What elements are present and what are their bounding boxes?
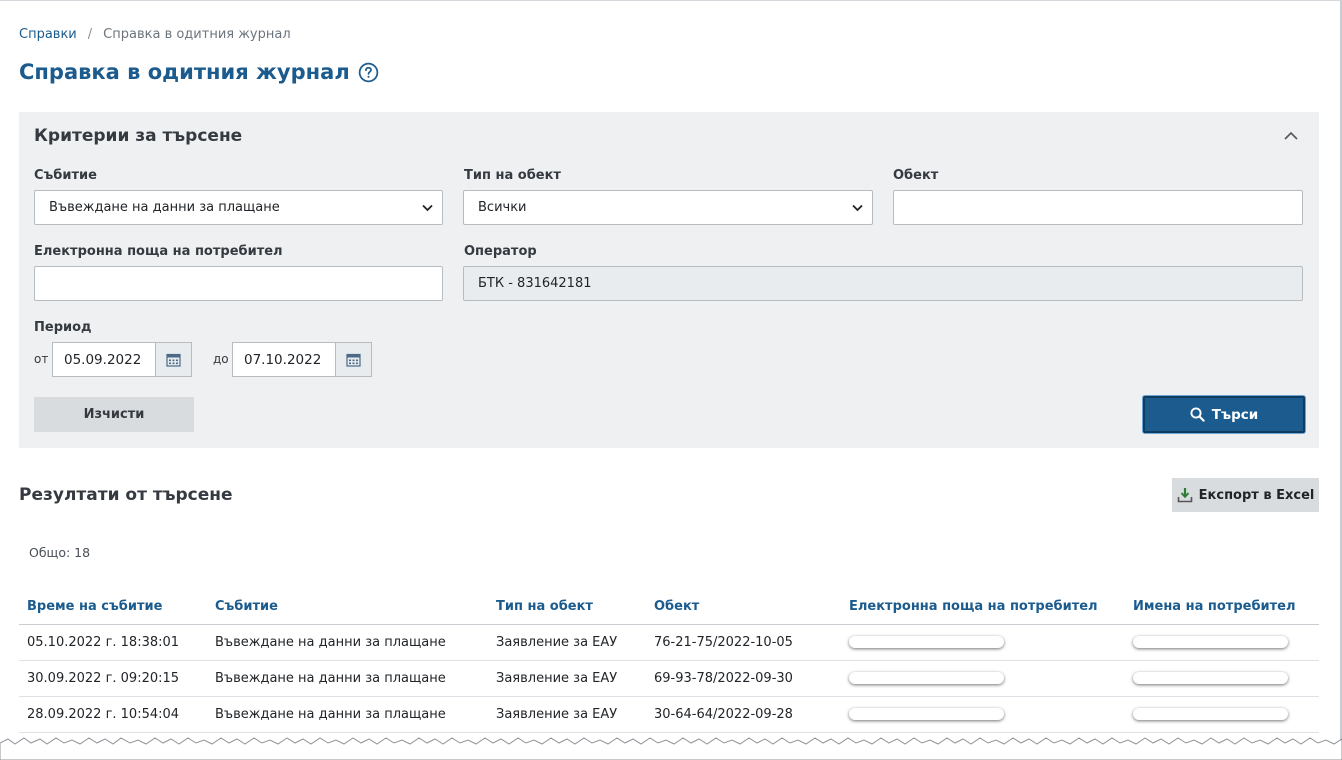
chevron-down-icon: [422, 204, 433, 212]
breadcrumb: Справки / Справка в одитния журнал: [19, 27, 291, 42]
cell-email: [841, 624, 1125, 661]
event-select-value: Въвеждане на данни за плащане: [49, 200, 280, 215]
date-to-picker: 07.10.2022: [232, 342, 372, 377]
period-label: Период: [34, 320, 92, 335]
export-excel-button[interactable]: Експорт в Excel: [1172, 478, 1319, 512]
column-header-object-type[interactable]: Тип на обект: [488, 589, 646, 625]
cell-email: [841, 660, 1125, 697]
operator-field: БТК - 831642181: [463, 266, 1303, 301]
object-label: Обект: [893, 168, 939, 183]
cell-time: 05.10.2022 г. 18:38:01: [19, 624, 207, 661]
search-criteria-panel: Критерии за търсене Събитие Въвеждане на…: [19, 112, 1319, 448]
cell-object: 69-93-78/2022-09-30: [646, 660, 841, 697]
column-header-object[interactable]: Обект: [646, 589, 841, 625]
breadcrumb-current: Справка в одитния журнал: [103, 27, 291, 42]
chevron-down-icon: [852, 204, 863, 212]
export-button-label: Експорт в Excel: [1198, 487, 1315, 503]
redaction-mark: [1133, 636, 1288, 648]
table-row[interactable]: 28.09.2022 г. 10:54:04 Въвеждане на данн…: [19, 696, 1319, 733]
date-from-input[interactable]: 05.09.2022: [52, 342, 155, 377]
cell-object-type: Заявление за ЕАУ: [488, 696, 646, 733]
date-to-calendar-button[interactable]: [335, 342, 372, 377]
redaction-mark: [849, 708, 1004, 720]
question-circle-icon[interactable]: [358, 62, 379, 83]
cell-email: [841, 696, 1125, 733]
email-label: Електронна поща на потребител: [34, 244, 283, 259]
calendar-icon: [166, 353, 181, 367]
operator-label: Оператор: [464, 244, 537, 259]
redaction-mark: [1133, 708, 1288, 720]
cell-object: 30-64-64/2022-09-28: [646, 696, 841, 733]
download-icon: [1177, 488, 1192, 503]
page-title-text: Справка в одитния журнал: [19, 60, 350, 84]
date-to-input[interactable]: 07.10.2022: [232, 342, 335, 377]
event-select[interactable]: Въвеждане на данни за плащане: [34, 190, 443, 225]
table-header-row: Време на събитие Събитие Тип на обект Об…: [19, 589, 1319, 625]
cell-user-names: [1125, 660, 1319, 697]
period-from-label: от: [34, 352, 49, 366]
date-from-calendar-button[interactable]: [155, 342, 192, 377]
results-title: Резултати от търсене: [19, 485, 233, 505]
object-input[interactable]: [893, 190, 1303, 225]
breadcrumb-separator: /: [87, 27, 93, 42]
torn-edge-decoration: [0, 737, 1342, 760]
date-from-picker: 05.09.2022: [52, 342, 192, 377]
cell-event: Въвеждане на данни за плащане: [207, 696, 488, 733]
search-icon: [1190, 407, 1205, 422]
object-type-select-value: Всички: [478, 200, 527, 215]
cell-user-names: [1125, 696, 1319, 733]
redaction-mark: [849, 636, 1004, 648]
results-table: Време на събитие Събитие Тип на обект Об…: [19, 589, 1319, 733]
column-header-user-names[interactable]: Имена на потребител: [1125, 589, 1319, 625]
clear-button[interactable]: Изчисти: [34, 397, 194, 432]
email-input[interactable]: [34, 266, 443, 301]
cell-time: 30.09.2022 г. 09:20:15: [19, 660, 207, 697]
page-title: Справка в одитния журнал: [19, 60, 379, 84]
period-to-label: до: [213, 352, 229, 366]
table-row[interactable]: 05.10.2022 г. 18:38:01 Въвеждане на данн…: [19, 624, 1319, 661]
redaction-mark: [849, 672, 1004, 684]
event-label: Събитие: [34, 168, 97, 183]
criteria-title: Критерии за търсене: [34, 126, 243, 146]
column-header-email[interactable]: Електронна поща на потребител: [841, 589, 1125, 625]
cell-object-type: Заявление за ЕАУ: [488, 624, 646, 661]
cell-user-names: [1125, 624, 1319, 661]
column-header-time[interactable]: Време на събитие: [19, 589, 207, 625]
cell-event: Въвеждане на данни за плащане: [207, 660, 488, 697]
chevron-up-icon[interactable]: [1283, 128, 1299, 144]
object-type-label: Тип на обект: [464, 168, 561, 183]
cell-time: 28.09.2022 г. 10:54:04: [19, 696, 207, 733]
search-button[interactable]: Търси: [1143, 396, 1305, 433]
calendar-icon: [346, 353, 361, 367]
column-header-event[interactable]: Събитие: [207, 589, 488, 625]
cell-object-type: Заявление за ЕАУ: [488, 660, 646, 697]
table-row[interactable]: 30.09.2022 г. 09:20:15 Въвеждане на данн…: [19, 660, 1319, 697]
breadcrumb-link-reports[interactable]: Справки: [19, 27, 77, 42]
search-button-label: Търси: [1211, 406, 1259, 423]
cell-event: Въвеждане на данни за плащане: [207, 624, 488, 661]
redaction-mark: [1133, 672, 1288, 684]
cell-object: 76-21-75/2022-10-05: [646, 624, 841, 661]
object-type-select[interactable]: Всички: [463, 190, 873, 225]
results-total: Общо: 18: [29, 545, 91, 560]
